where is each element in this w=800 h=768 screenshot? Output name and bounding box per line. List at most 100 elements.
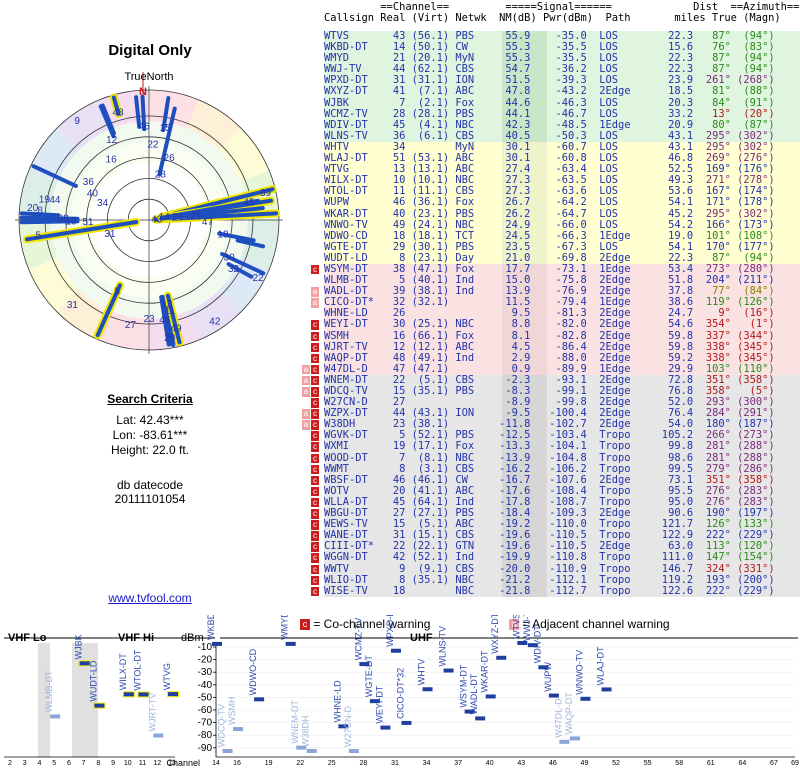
polar-channel-label: 31: [67, 300, 79, 311]
spectrum-chart: VHF Lo VHF Hi UHFdBm-10-20-30-40-50-60-70-…: [2, 615, 799, 768]
db-info: db datecode 20111101054: [0, 478, 300, 506]
table-header-line2: Callsign Real (Virt) Netwk NM(dB) Pwr(dB…: [324, 12, 781, 24]
row-data: WEYI-DT 30 (25.1) NBC 8.8 -82.0 2Edge 54…: [324, 318, 706, 331]
co-channel-warning: c: [311, 409, 319, 419]
row-data: WUPW 46 (36.1) Fox 26.7 -64.2 LOS 54.1: [324, 196, 706, 209]
row-azimuth: 81° (88°): [705, 85, 775, 98]
x-tick-label: 11: [139, 760, 146, 767]
site-link[interactable]: www.tvfool.com: [0, 591, 300, 605]
x-tick-label: 55: [644, 760, 652, 767]
polar-channel-label: 46: [139, 122, 151, 133]
station-mark-label: WUPW: [543, 662, 553, 692]
polar-channel-label: 22: [147, 140, 159, 151]
station-mark: [153, 733, 164, 738]
co-channel-warning: c: [311, 375, 319, 386]
station-mark-label: WUDT-LD: [88, 660, 98, 701]
station-mark-label: WNEM-DT: [290, 700, 300, 744]
x-tick-label: 22: [296, 760, 304, 767]
station-mark-label: WWJ-TV: [522, 615, 532, 641]
y-tick-label: -90: [198, 743, 213, 754]
polar-channel-label: 12: [106, 135, 118, 146]
co-channel-warning: c: [311, 475, 319, 486]
station-mark-label: WMYD: [280, 615, 290, 640]
co-channel-warning: c: [311, 575, 319, 586]
x-tick-label: 4: [38, 760, 42, 767]
left-panel: Digital Only 48 46 15 12 22 16 26 28 40 34 36 44 20 1…: [0, 0, 300, 610]
db-value: 20111101054: [114, 492, 186, 506]
station-mark-label: WTOL-DT: [133, 649, 143, 690]
adjacent-channel-warning: a: [302, 409, 310, 419]
station-mark-label: WNWO-TV: [574, 650, 584, 695]
polar-channel-label: 5: [114, 286, 120, 297]
row-data: WKAR-DT 40 (23.1) PBS 26.2 -64.7 LOS 45.…: [324, 207, 706, 220]
station-mark-label: WHTV: [417, 659, 427, 686]
polar-channel-label: 31: [104, 229, 116, 240]
station-mark: [306, 749, 317, 753]
station-mark-label: WXYZ-DT: [490, 615, 500, 654]
polar-channel-label: 9: [74, 116, 80, 127]
x-tick-label: 5: [52, 760, 56, 767]
station-mark-label: WTVS: [511, 615, 521, 639]
row-data: WOOD-DT 7 (8.1) NBC -13.9 -104.8 Tropo 9…: [324, 451, 706, 464]
x-tick-label: 8: [96, 760, 100, 767]
station-mark: [390, 648, 401, 653]
station-mark-label: WLAJ-DT: [596, 646, 606, 685]
polar-channel-label: 26: [164, 153, 176, 164]
y-tick-label: -30: [198, 667, 213, 678]
co-channel-warning: c: [311, 353, 319, 364]
polar-channel-label: 32: [228, 264, 240, 275]
co-channel-warning: c: [311, 442, 319, 452]
y-tick-label: -20: [198, 655, 213, 666]
station-mark-label: WLMB-DT: [44, 670, 54, 712]
station-mark-label: WEYI-DT: [374, 685, 384, 723]
polar-channel-label: 27: [125, 320, 137, 331]
row-azimuth: 281° (288°): [705, 440, 775, 453]
station-mark: [254, 697, 265, 702]
co-channel-warning: c: [311, 564, 319, 574]
row-data: WISE-TV 18 NBC -21.8 -112.7 Tropo 122.6: [324, 584, 706, 597]
longitude: Lon: -83.61***: [112, 428, 188, 442]
polar-channel-label: 21: [190, 212, 202, 223]
table-row: c WEYI-DT 30 (25.1) NBC 8.8 -82.0 2Edge 5…: [302, 318, 800, 331]
co-channel-warning: c: [311, 453, 319, 464]
polar-channel-label: 28: [155, 170, 167, 181]
row-azimuth: 281° (288°): [705, 451, 775, 464]
polar-channel-label: 19: [39, 195, 51, 206]
station-mark-label: WAQP-DT: [564, 692, 574, 735]
polar-channel-label: 45: [243, 197, 255, 208]
co-channel-warning: c: [311, 520, 319, 530]
x-tick-label: 12: [153, 760, 161, 767]
x-tick-label: 14: [212, 760, 220, 767]
adjacent-channel-warning: a: [302, 387, 310, 397]
station-mark: [475, 716, 486, 721]
co-channel-warning: c: [311, 387, 319, 397]
co-channel-warning: c: [311, 364, 319, 375]
y-tick-label: -60: [198, 705, 213, 716]
x-tick-label: 6: [67, 760, 71, 767]
table-row: c WSMH 16 (66.1) Fox 8.1 -82.8 2Edge 59.8…: [302, 330, 800, 342]
co-channel-warning: c: [311, 542, 319, 552]
polar-channel-label: 22: [252, 273, 264, 284]
row-azimuth: 295° (302°): [705, 207, 775, 220]
polar-plot: 4846 1512 2216 262840343644201983810 515 3139…: [15, 71, 283, 354]
station-mark-label: WCMZ-TV: [353, 618, 363, 661]
station-mark-label: WLNS-TV: [438, 626, 448, 667]
co-channel-warning: c: [311, 420, 319, 430]
row-azimuth: 171° (178°): [705, 196, 775, 209]
table-body: WTVS 43 (56.1) PBS 55.9 -35.0 LOS 22.3 8…: [302, 30, 800, 597]
station-mark-label: WGTE-DT: [364, 655, 374, 697]
row-data: WXMI 19 (17.1) Fox -13.3 -104.1 Tropo 99…: [324, 440, 706, 453]
table-row: c WXMI 19 (17.1) Fox -13.3 -104.1 Tropo 9…: [302, 440, 800, 453]
polar-channel-label: 34: [97, 198, 109, 209]
x-tick-label: 46: [549, 760, 557, 767]
station-mark: [233, 727, 244, 732]
station-mark: [50, 714, 61, 719]
polar-channel-label: 44: [49, 195, 61, 206]
co-channel-warning: c: [311, 431, 319, 441]
polar-channel-label: 43: [151, 214, 163, 225]
polar-channel-label: 8: [37, 205, 43, 216]
station-mark-label: WDCQ-TV: [217, 704, 227, 747]
polar-channel-label: 30: [224, 252, 236, 263]
station-mark: [212, 641, 222, 646]
station-mark: [569, 736, 580, 741]
